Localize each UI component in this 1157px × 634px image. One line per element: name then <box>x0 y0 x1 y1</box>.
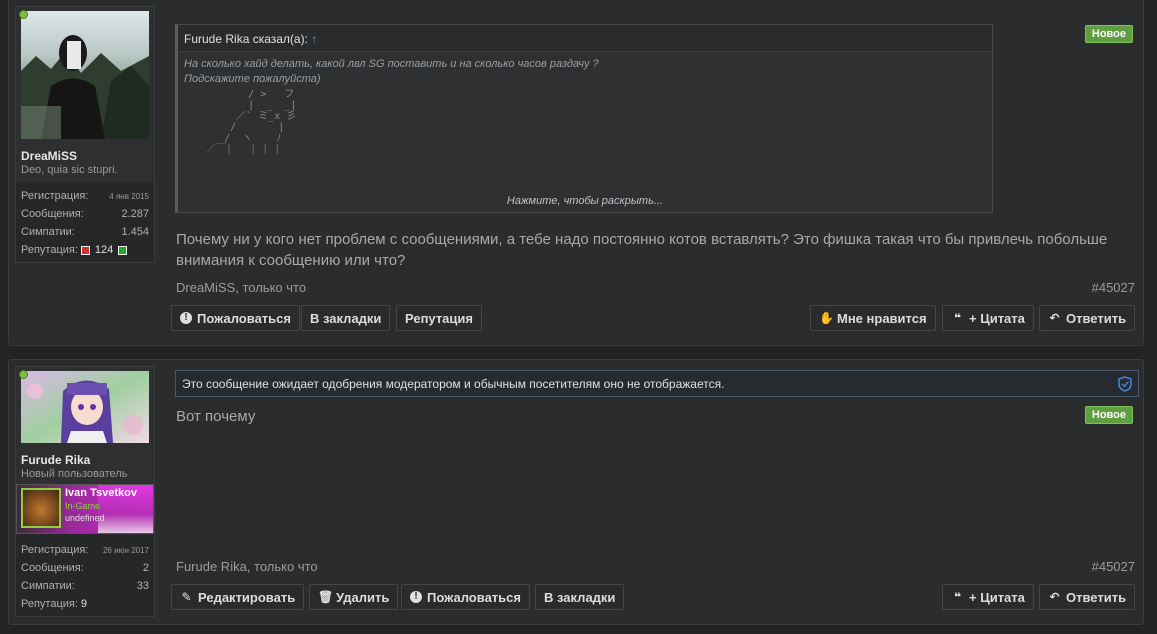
report-button[interactable]: ! Пожаловаться <box>401 584 530 610</box>
username[interactable]: Furude Rika <box>16 447 154 467</box>
post-45027-furude-rika: Furude Rika Новый пользователь Ivan Tsve… <box>8 359 1144 625</box>
quote-button[interactable]: ❝ + Цитата <box>942 305 1034 331</box>
avatar-box <box>16 7 154 143</box>
shield-icon <box>1118 376 1132 392</box>
quote-icon: ❝ <box>953 590 962 604</box>
moderation-notice: Это сообщение ожидает одобрения модерато… <box>175 370 1139 397</box>
trash-icon: 🗑 <box>318 590 334 604</box>
user-title: Новый пользователь <box>16 467 154 484</box>
username[interactable]: DreaMiSS <box>16 143 154 163</box>
steam-game: undefined <box>65 513 105 523</box>
reputation-plus-icon[interactable] <box>118 245 128 255</box>
new-badge: Новое <box>1084 406 1133 424</box>
avatar-box <box>16 367 154 447</box>
stat-value-registration: 4 янв 2015 <box>109 191 149 201</box>
new-badge: Новое <box>1084 25 1133 43</box>
report-label: Пожаловаться <box>427 589 521 605</box>
stat-value-likes: 1.454 <box>121 226 149 238</box>
reply-button[interactable]: ↶ Ответить <box>1039 584 1136 610</box>
user-info-panel: DreaMiSS Deo, quia sic stupri. Регистрац… <box>15 6 155 263</box>
message-text: Почему ни у кого нет проблем с сообщения… <box>176 231 1108 269</box>
quote-author: Furude Rika сказал(а): <box>184 32 308 46</box>
post-content: Это сообщение ожидает одобрения модерато… <box>171 360 1139 626</box>
stat-value-registration: 26 июн 2017 <box>102 545 149 555</box>
stat-label-registration: Регистрация: <box>21 544 89 556</box>
reply-button[interactable]: ↶ Ответить <box>1039 305 1136 331</box>
user-stats: Регистрация: 4 янв 2015 Сообщения: 2.287 С… <box>16 182 154 262</box>
post-45027-dreamiss: DreaMiSS Deo, quia sic stupri. Регистрац… <box>8 0 1144 346</box>
like-button[interactable]: ✋ Мне нравится <box>810 305 936 331</box>
quote-label: + Цитата <box>969 589 1025 605</box>
steam-profile-card[interactable]: Ivan Tsvetkov In-Game undefined <box>16 484 154 534</box>
report-button[interactable]: ! Пожаловаться <box>171 305 300 331</box>
stat-label-reputation: Репутация: <box>21 598 78 610</box>
stat-label-reputation: Репутация: <box>21 244 78 256</box>
reply-label: Ответить <box>1066 310 1127 326</box>
quote-header: Furude Rika сказал(а): ↑ <box>178 25 992 52</box>
edit-label: Редактировать <box>198 589 296 605</box>
stat-value-reputation: 124 <box>94 244 114 256</box>
stat-label-likes: Симпатии: <box>21 580 75 592</box>
stat-label-registration: Регистрация: <box>21 190 89 202</box>
message-text: Вот почему <box>176 408 256 425</box>
reply-label: Ответить <box>1066 589 1127 605</box>
stat-value-reputation: 9 <box>80 598 88 610</box>
thumbs-up-icon: ✋ <box>819 311 834 325</box>
quote-button[interactable]: ❝ + Цитата <box>942 584 1034 610</box>
steam-avatar <box>21 488 61 528</box>
reputation-minus-icon[interactable] <box>80 245 90 255</box>
stat-value-messages[interactable]: 2 <box>143 562 149 574</box>
user-stats: Регистрация: 26 июн 2017 Сообщения: 2 Симп… <box>16 536 154 616</box>
stat-label-likes: Симпатии: <box>21 226 75 238</box>
stat-label-messages: Сообщения: <box>21 562 84 574</box>
post-meta[interactable]: DreaMiSS, только что <box>176 280 306 295</box>
report-label: Пожаловаться <box>197 310 291 326</box>
stat-label-messages: Сообщения: <box>21 208 84 220</box>
quote-ascii-art: / > フ | _ _| ／` ミ_x 彡 / | / ヽ ﾉ ／￣| | | … <box>206 89 297 155</box>
bookmark-button[interactable]: В закладки <box>301 305 391 331</box>
bookmark-label: В закладки <box>310 310 382 326</box>
exclamation-icon: ! <box>180 312 192 324</box>
quote-expand-link[interactable]: Нажмите, чтобы раскрыть... <box>178 190 992 212</box>
exclamation-icon: ! <box>410 591 422 603</box>
post-content: Новое Furude Rika сказал(а): ↑ На скольк… <box>171 0 1136 346</box>
quote-label: + Цитата <box>969 310 1025 326</box>
quote-text-line: Подскажите пожалуйста) <box>184 73 321 85</box>
stat-value-messages[interactable]: 2.287 <box>121 208 149 220</box>
post-meta[interactable]: Furude Rika, только что <box>176 559 318 574</box>
user-info-panel: Furude Rika Новый пользователь Ivan Tsve… <box>15 366 155 617</box>
quote-body: На сколько хайд делать, какой лвл SG пос… <box>178 52 992 189</box>
avatar[interactable] <box>21 11 149 139</box>
reply-icon: ↶ <box>1049 311 1060 325</box>
delete-label: Удалить <box>336 589 390 605</box>
steam-status: In-Game <box>65 501 101 511</box>
pencil-icon: ✎ <box>181 590 192 604</box>
like-label: Мне нравится <box>837 310 927 326</box>
quote-icon: ❝ <box>953 311 962 325</box>
reputation-button[interactable]: Репутация <box>396 305 482 331</box>
moderation-notice-text: Это сообщение ожидает одобрения модерато… <box>182 377 725 391</box>
post-number-link[interactable]: #45027 <box>1092 280 1135 295</box>
online-status-icon <box>19 10 28 19</box>
stat-value-likes: 33 <box>136 580 149 592</box>
steam-name: Ivan Tsvetkov <box>65 487 137 499</box>
reply-icon: ↶ <box>1049 590 1060 604</box>
quote-block: Furude Rika сказал(а): ↑ На сколько хайд… <box>175 24 993 213</box>
delete-button[interactable]: 🗑 Удалить <box>309 584 399 610</box>
edit-button[interactable]: ✎ Редактировать <box>171 584 305 610</box>
quote-text-line: На сколько хайд делать, какой лвл SG пос… <box>184 58 599 70</box>
bookmark-label: В закладки <box>544 589 616 605</box>
user-title: Deo, quia sic stupri. <box>16 163 154 182</box>
avatar[interactable] <box>21 371 149 443</box>
goto-quoted-post-icon[interactable]: ↑ <box>311 32 317 46</box>
online-status-icon <box>19 370 28 379</box>
bookmark-button[interactable]: В закладки <box>535 584 625 610</box>
post-number-link[interactable]: #45027 <box>1092 559 1135 574</box>
reputation-label: Репутация <box>405 310 473 326</box>
